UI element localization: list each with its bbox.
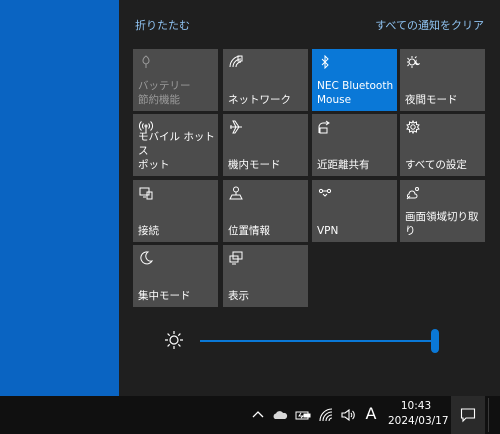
collapse-link[interactable]: 折りたたむ [135,17,190,33]
tile-label: 表示 [228,290,249,302]
brightness-control [119,320,500,360]
tile-location[interactable]: 位置情報 [223,180,308,242]
screen-snip-icon [406,186,420,200]
tile-label: 機内モード [228,159,281,171]
ime-mode-indicator[interactable]: A [363,404,379,424]
tile-vpn[interactable]: VPN [312,180,397,242]
tile-label: 位置情報 [228,225,270,237]
tile-label: 接続 [138,225,159,237]
tile-label: ネットワーク [228,94,291,106]
vpn-icon [318,186,332,200]
notification-button[interactable] [451,396,485,434]
onedrive-cloud-icon[interactable] [272,407,288,423]
clock-date: 2024/03/17 [388,415,449,427]
airplane-icon [229,120,243,134]
nearby-share-icon [318,120,332,134]
chevron-up-icon[interactable] [250,407,266,423]
tile-focus-assist[interactable]: 集中モード [133,245,218,307]
brightness-slider-track[interactable] [200,340,437,342]
battery-saver-icon [139,55,153,69]
tile-mobile-hotspot[interactable]: モバイル ホットス ポット [133,114,218,176]
focus-assist-icon [139,251,153,265]
tile-label: 近距離共有 [317,159,370,171]
tile-label: モバイル ホットス ポット [138,131,215,171]
battery-icon[interactable] [295,407,311,423]
notification-icon [460,408,476,423]
settings-icon [406,120,420,134]
tile-connect[interactable]: 接続 [133,180,218,242]
tile-label: VPN [317,225,339,237]
tile-label: 集中モード [138,290,191,302]
tile-all-settings[interactable]: すべての設定 [400,114,485,176]
night-light-icon [406,55,420,69]
brightness-icon [163,329,185,351]
tile-bluetooth[interactable]: NEC Bluetooth Mouse [312,49,397,111]
tile-network[interactable]: ネットワーク [223,49,308,111]
tile-label: NEC Bluetooth Mouse [317,80,394,106]
clear-all-notifications-link[interactable]: すべての通知をクリア [375,17,484,33]
tile-battery-saver[interactable]: バッテリー 節約機能 [133,49,218,111]
location-icon [229,186,243,200]
tile-label: 画面領域切り取 り [405,211,479,237]
clock[interactable]: 10:43 2024/03/17 [388,399,449,429]
taskbar: A 10:43 2024/03/17 [0,396,500,434]
tile-project[interactable]: 表示 [223,245,308,307]
clock-time: 10:43 [400,400,432,412]
wifi-icon[interactable] [318,407,334,423]
desktop-background [0,0,119,396]
bluetooth-icon [318,55,332,69]
tile-night-light[interactable]: 夜間モード [400,49,485,111]
tile-label: すべての設定 [405,159,467,171]
project-icon [229,251,243,265]
tile-screen-snip[interactable]: 画面領域切り取 り [400,180,485,242]
action-center-panel: 折りたたむ すべての通知をクリア バッテリー 節約機能 ネットワーク NEC B… [119,0,500,396]
network-icon [229,55,243,69]
connect-icon [139,186,153,200]
tile-label: バッテリー 節約機能 [138,80,191,106]
show-desktop-button[interactable] [488,398,500,432]
tile-label: 夜間モード [405,94,458,106]
tile-airplane-mode[interactable]: 機内モード [223,114,308,176]
volume-icon[interactable] [340,407,356,423]
brightness-slider-thumb[interactable] [431,329,439,353]
tile-nearby-share[interactable]: 近距離共有 [312,114,397,176]
